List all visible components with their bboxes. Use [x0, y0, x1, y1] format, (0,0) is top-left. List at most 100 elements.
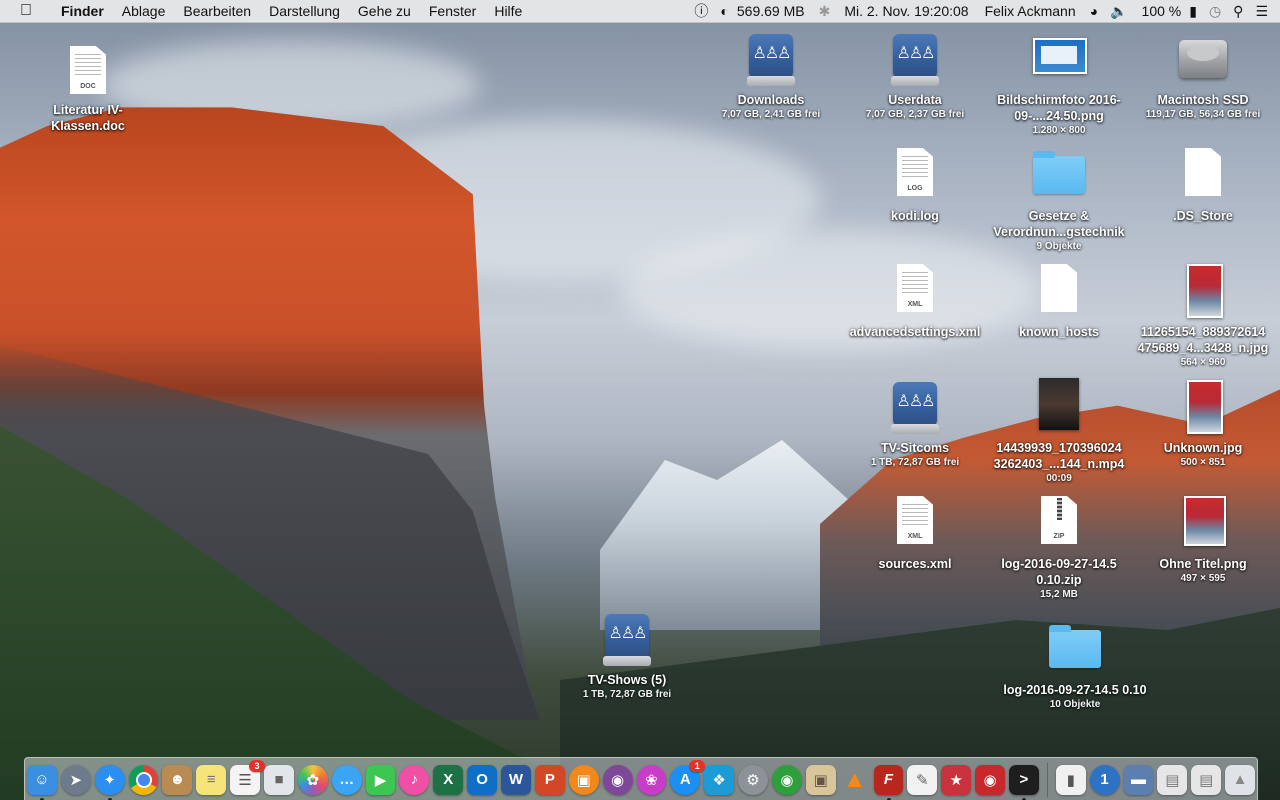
- notification-center-icon[interactable]: ☰: [1249, 0, 1280, 22]
- dock-photo-booth-icon[interactable]: ◉: [975, 764, 1005, 795]
- dock-separator: [1046, 762, 1048, 797]
- desktop-file-14439939-mp4[interactable]: 14439939_170396024 3262403_...144_n.mp4 …: [987, 378, 1131, 485]
- dock-powerpoint-icon[interactable]: P: [534, 764, 565, 795]
- dock-preview-icon[interactable]: ■: [264, 764, 294, 795]
- dock-coin-app-icon[interactable]: ◉: [771, 764, 802, 795]
- dock-flower-app-icon[interactable]: ❀: [636, 764, 667, 795]
- dock-chrome-icon[interactable]: [128, 764, 159, 795]
- dock-system-preferences-icon[interactable]: ⚙: [738, 764, 768, 795]
- desktop-file-log-zip[interactable]: ZIP log-2016-09-27-14.5 0.10.zip 15,2 MB: [987, 494, 1131, 601]
- dock-outlook-icon[interactable]: O: [467, 764, 498, 795]
- desktop-file-11265154-jpg[interactable]: 11265154_889372614 475689_4...3428_n.jpg…: [1131, 262, 1275, 369]
- dock-excel-icon[interactable]: X: [433, 764, 464, 795]
- dock-1password-icon[interactable]: 1: [1089, 764, 1120, 795]
- icon-sublabel: 497 × 595: [1180, 573, 1226, 584]
- bluetooth-icon[interactable]: ✱: [813, 0, 837, 22]
- icon-label: known_hosts: [1019, 325, 1099, 339]
- dock-safari-icon[interactable]: ✦: [94, 764, 125, 800]
- icon-label: Unknown.jpg: [1163, 441, 1243, 455]
- memory-usage[interactable]: 569.69 MB: [735, 0, 813, 22]
- desktop-volume-userdata[interactable]: ♙♙♙ Userdata 7,07 GB, 2,37 GB frei: [843, 30, 987, 121]
- menu-gehe-zu[interactable]: Gehe zu: [349, 0, 420, 22]
- desktop-volume-tv-shows[interactable]: ♙♙♙ TV-Shows (5) 1 TB, 72,87 GB frei: [555, 610, 699, 701]
- dock-messages-icon[interactable]: …: [331, 764, 362, 795]
- menubar-user[interactable]: Felix Ackmann: [977, 0, 1084, 22]
- dock-finder-icon[interactable]: ☺: [27, 764, 57, 800]
- blank-file-icon: [1041, 264, 1077, 312]
- dock-zip-file-icon[interactable]: ▮: [1055, 764, 1086, 795]
- dock-word-icon[interactable]: W: [501, 764, 531, 795]
- battery-icon[interactable]: ▮: [1183, 0, 1203, 22]
- memory-gauge-icon[interactable]: ◐: [714, 0, 734, 22]
- dock-facetime-icon[interactable]: ▶: [365, 764, 396, 795]
- desktop-file-ds-store[interactable]: .DS_Store: [1131, 146, 1275, 224]
- dock-notes-icon[interactable]: ≡: [196, 764, 227, 795]
- desktop-folder-log[interactable]: log-2016-09-27-14.5 0.10 10 Objekte: [1003, 620, 1147, 711]
- desktop-file-unknown-jpg[interactable]: Unknown.jpg 500 × 851: [1131, 378, 1275, 469]
- desktop[interactable]:  Finder Ablage Bearbeiten Darstellung G…: [0, 0, 1280, 800]
- spotlight-search-icon[interactable]: ⚲: [1227, 0, 1249, 22]
- dock-launchpad-icon[interactable]: ➤: [60, 764, 91, 795]
- desktop-volume-macintosh-ssd[interactable]: Macintosh SSD 119,17 GB, 56,34 GB frei: [1131, 30, 1275, 121]
- dock-reminders-icon[interactable]: ☰ 3: [230, 759, 266, 795]
- image-thumbnail-icon: [1187, 380, 1223, 434]
- icon-sublabel: 119,17 GB, 56,34 GB frei: [1145, 109, 1261, 120]
- volume-icon[interactable]: 🔈: [1104, 0, 1133, 22]
- menu-ablage[interactable]: Ablage: [113, 0, 175, 22]
- icon-label: Downloads: [737, 93, 805, 107]
- menubar-clock[interactable]: Mi. 2. Nov. 19:20:08: [836, 0, 976, 22]
- dock-textedit-icon[interactable]: ✎: [907, 764, 938, 795]
- folder-icon: [1033, 151, 1085, 194]
- icon-sublabel: 1 TB, 72,87 GB frei: [582, 689, 672, 700]
- info-circle-icon[interactable]: ⓘ: [688, 0, 714, 22]
- icon-sublabel: 15,2 MB: [1040, 589, 1078, 600]
- dock-image-viewer-icon[interactable]: ▣: [805, 764, 836, 795]
- dock-app-store-icon[interactable]: A1: [670, 759, 706, 795]
- icon-label: Ohne Titel.png: [1159, 557, 1247, 571]
- network-drive-icon: ♙♙♙: [891, 34, 939, 86]
- menu-darstellung[interactable]: Darstellung: [260, 0, 349, 22]
- network-drive-icon: ♙♙♙: [891, 382, 939, 434]
- apple-menu-icon[interactable]: : [0, 2, 52, 20]
- dock-photos-icon[interactable]: ✿: [297, 764, 328, 795]
- dock-itunes-icon[interactable]: ♪: [399, 764, 430, 795]
- icon-label: kodi.log: [891, 209, 939, 223]
- desktop-file-literatur-doc[interactable]: DOC Literatur IV-Klassen.doc: [16, 44, 160, 134]
- dock-contacts-icon[interactable]: ☻: [162, 764, 193, 795]
- menu-bearbeiten[interactable]: Bearbeiten: [174, 0, 260, 22]
- time-machine-icon[interactable]: ◷: [1203, 0, 1227, 22]
- battery-percent[interactable]: 100 %: [1134, 0, 1184, 22]
- dock-ibooks-icon[interactable]: ▣: [568, 764, 599, 795]
- dock-vlc-icon[interactable]: ▲: [840, 765, 870, 795]
- dock-tor-browser-icon[interactable]: ◉: [602, 764, 633, 795]
- dock-screenshot-stack-icon[interactable]: ▤: [1191, 764, 1222, 795]
- dock-documents-stack-icon[interactable]: ▤: [1157, 764, 1188, 795]
- desktop-file-known-hosts[interactable]: known_hosts: [987, 262, 1131, 340]
- dock-filezilla-icon[interactable]: F: [873, 764, 904, 800]
- desktop-file-bildschirmfoto[interactable]: Bildschirmfoto 2016-09-....24.50.png 1.2…: [987, 30, 1131, 137]
- desktop-file-sources-xml[interactable]: XML sources.xml: [843, 494, 987, 572]
- menu-hilfe[interactable]: Hilfe: [485, 0, 531, 22]
- dock-terminal-icon[interactable]: >: [1008, 764, 1039, 800]
- wifi-icon[interactable]: ◕: [1084, 0, 1104, 22]
- dock-trash-icon[interactable]: ▲: [1225, 764, 1255, 795]
- zip-file-icon: ZIP: [1041, 496, 1077, 544]
- dock-downloads-stack-icon[interactable]: ▬: [1123, 764, 1154, 795]
- icon-sublabel: 1 TB, 72,87 GB frei: [870, 457, 960, 468]
- menu-fenster[interactable]: Fenster: [420, 0, 485, 22]
- dock-game-app-icon[interactable]: ★: [941, 764, 972, 795]
- desktop-volume-downloads[interactable]: ♙♙♙ Downloads 7,07 GB, 2,41 GB frei: [699, 30, 843, 121]
- doc-file-icon: DOC: [70, 46, 106, 94]
- icon-label: Gesetze & Verordnun...gstechnik: [993, 209, 1125, 239]
- app-store-badge: 1: [689, 759, 706, 772]
- dock-kodi-icon[interactable]: ❖: [704, 764, 735, 795]
- desktop-file-kodi-log[interactable]: LOG kodi.log: [843, 146, 987, 224]
- desktop-volume-tv-sitcoms[interactable]: ♙♙♙ TV-Sitcoms 1 TB, 72,87 GB frei: [843, 378, 987, 469]
- menu-bar:  Finder Ablage Bearbeiten Darstellung G…: [0, 0, 1280, 23]
- desktop-file-advancedsettings-xml[interactable]: XML advancedsettings.xml: [843, 262, 987, 340]
- menu-app-name[interactable]: Finder: [52, 0, 113, 22]
- desktop-folder-gesetze[interactable]: Gesetze & Verordnun...gstechnik 9 Objekt…: [987, 146, 1131, 253]
- icon-label: log-2016-09-27-14.5 0.10: [1003, 683, 1147, 697]
- desktop-file-ohne-titel-png[interactable]: Ohne Titel.png 497 × 595: [1131, 494, 1275, 585]
- icon-label: Bildschirmfoto 2016-09-....24.50.png: [997, 93, 1121, 123]
